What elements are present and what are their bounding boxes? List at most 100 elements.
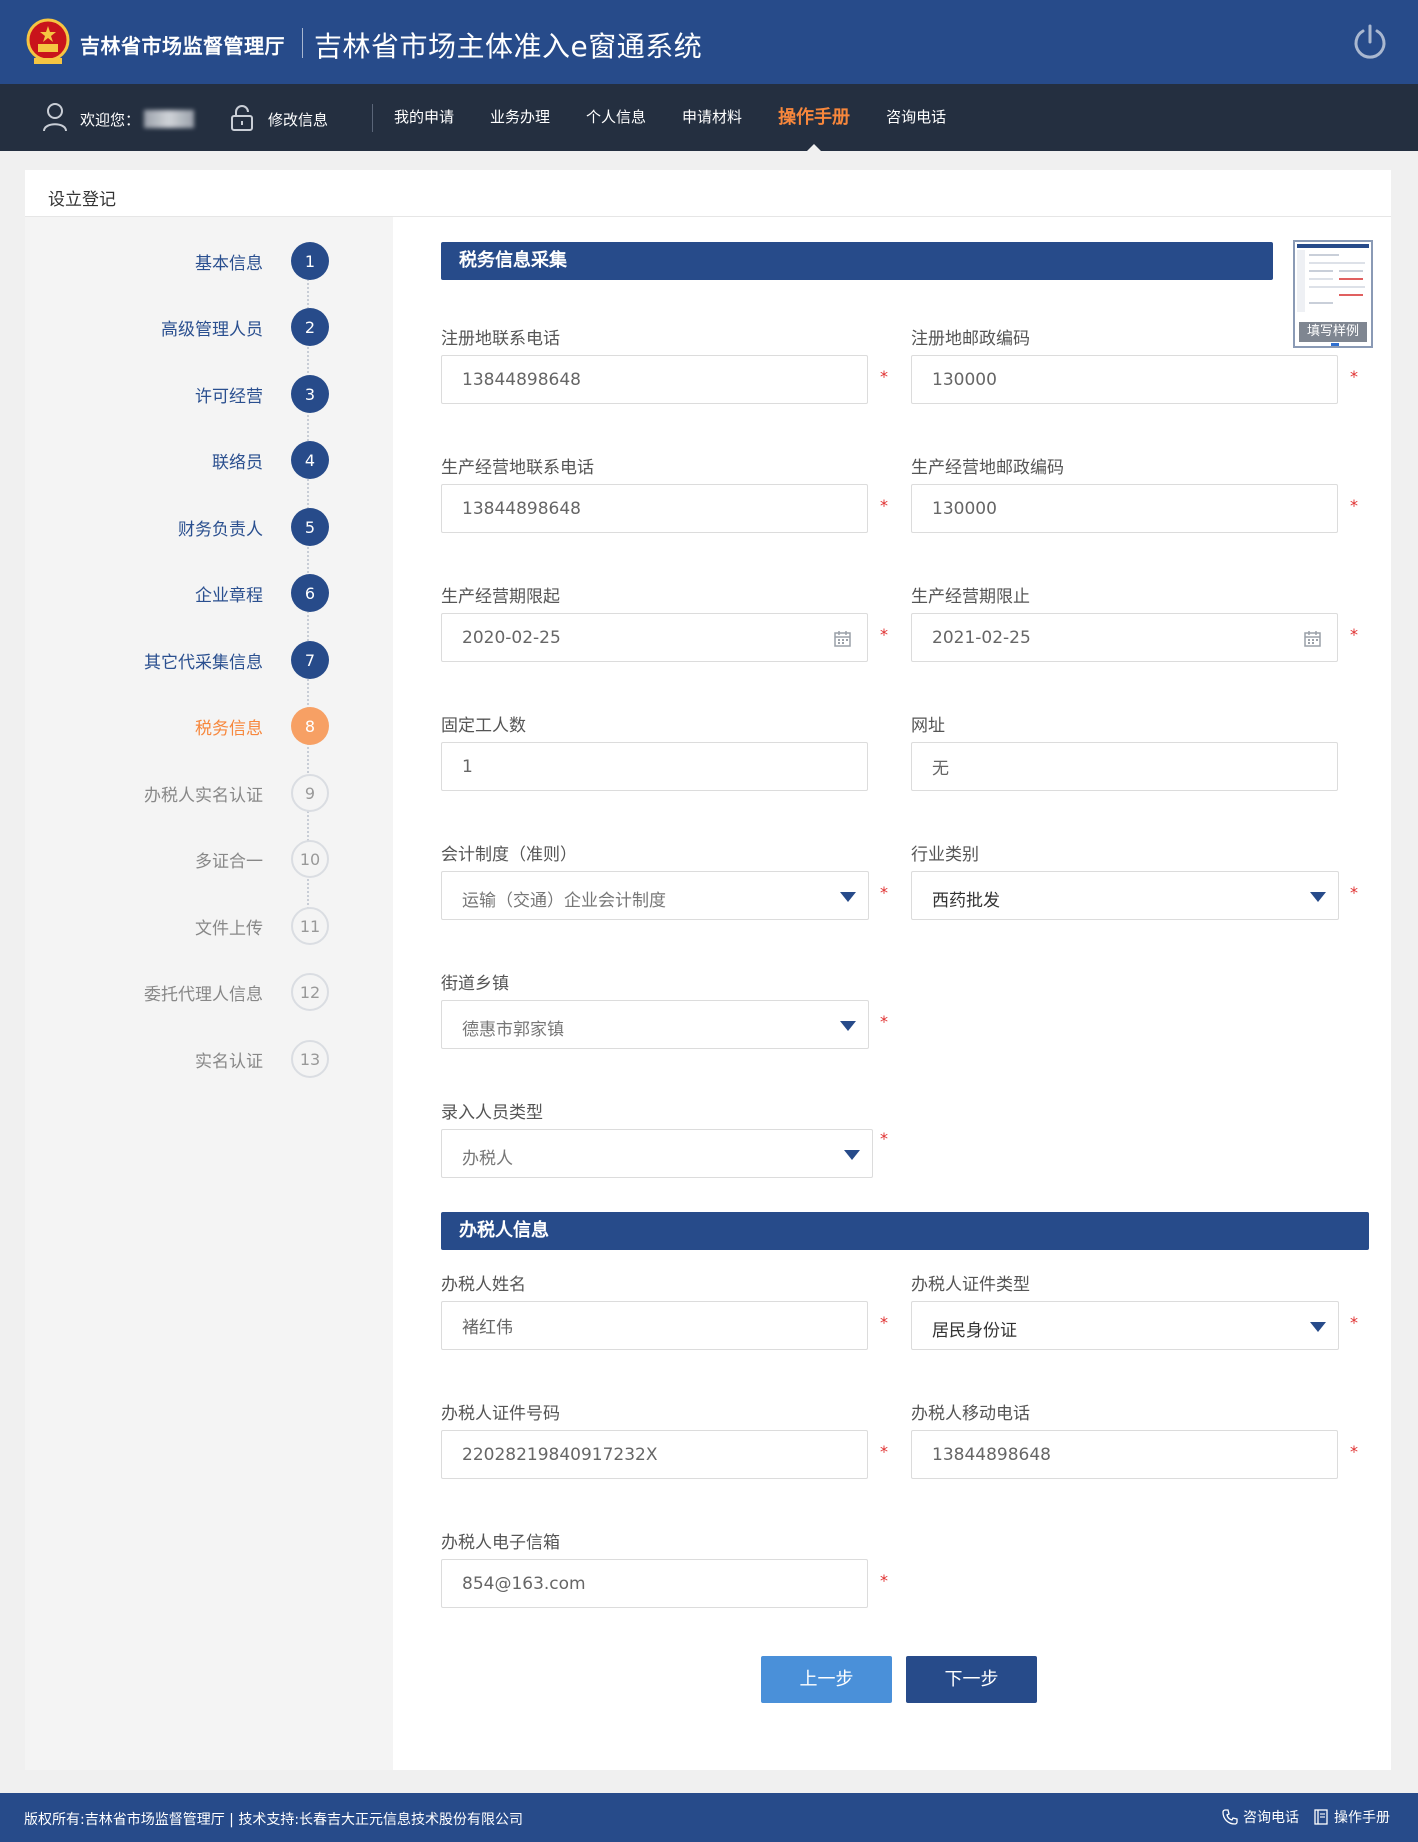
lock-icon[interactable] [230,104,254,132]
street-value: 德惠市郭家镇 [462,1020,564,1040]
accounting-select[interactable]: 运输（交通）企业会计制度 [441,871,869,920]
reg-postcode-field[interactable] [911,355,1338,404]
period-end-input[interactable] [912,614,1337,661]
period-start-field[interactable] [441,613,868,662]
footer: 版权所有:吉林省市场监督管理厅 | 技术支持:长春吉大正元信息技术股份有限公司 … [0,1793,1418,1842]
panel-header: 设立登记 [25,170,1391,217]
nav-hotline[interactable]: 咨询电话 [868,84,964,151]
required-mark: * [880,1571,888,1590]
taxpayer-name-input[interactable] [442,1302,867,1349]
step-9[interactable]: 办税人实名认证 9 [144,774,329,812]
period-start-input[interactable] [442,614,867,661]
step-1[interactable]: 基本信息 1 [195,242,329,280]
taxpayer-name-field[interactable] [441,1301,868,1350]
chevron-down-icon[interactable] [844,1150,860,1160]
step-number: 4 [291,441,329,479]
step-8-current[interactable]: 税务信息 8 [195,707,329,745]
step-label: 委托代理人信息 [144,984,263,1005]
step-6[interactable]: 企业章程 6 [195,574,329,612]
industry-select[interactable]: 西药批发 [911,871,1339,920]
step-number: 10 [291,840,329,878]
reg-phone-field[interactable] [441,355,868,404]
step-label: 高级管理人员 [161,319,263,340]
biz-postcode-field[interactable] [911,484,1338,533]
prev-step-button[interactable]: 上一步 [761,1656,892,1703]
website-input[interactable] [912,743,1337,790]
power-icon[interactable] [1352,22,1388,62]
nav-personal-info[interactable]: 个人信息 [568,84,664,151]
nav-links: 我的申请 业务办理 个人信息 申请材料 操作手册 咨询电话 [376,84,964,151]
biz-phone-input[interactable] [442,485,867,532]
step-3[interactable]: 许可经营 3 [195,375,329,413]
sample-label: 填写样例 [1299,322,1367,342]
calendar-icon[interactable] [1304,630,1321,647]
step-13[interactable]: 实名认证 13 [195,1040,329,1078]
required-mark: * [1350,367,1358,386]
edit-info-link[interactable]: 修改信息 [268,109,328,130]
reg-postcode-label: 注册地邮政编码 [911,329,1030,349]
fill-sample-thumbnail[interactable]: 填写样例 [1293,240,1373,348]
email-input[interactable] [442,1560,867,1607]
step-7[interactable]: 其它代采集信息 7 [144,641,329,679]
accounting-label: 会计制度（准则） [441,845,577,865]
chevron-down-icon[interactable] [840,892,856,902]
footer-manual[interactable]: 操作手册 [1313,1807,1390,1827]
chevron-down-icon[interactable] [1310,1322,1326,1332]
biz-phone-label: 生产经营地联系电话 [441,458,594,478]
required-mark: * [880,883,888,902]
step-number: 9 [291,774,329,812]
entry-type-select[interactable]: 办税人 [441,1129,873,1178]
id-type-label: 办税人证件类型 [911,1275,1030,1295]
top-header: 吉林省市场监督管理厅 吉林省市场主体准入e窗通系统 [0,0,1418,84]
calendar-icon[interactable] [834,630,851,647]
id-number-input[interactable] [442,1431,867,1478]
footer-hotline[interactable]: 咨询电话 [1222,1807,1299,1827]
period-start-label: 生产经营期限起 [441,587,560,607]
reg-phone-input[interactable] [442,356,867,403]
period-end-field[interactable] [911,613,1338,662]
step-label: 多证合一 [195,851,263,872]
main-panel: 设立登记 基本信息 1 高级管理人员 2 许可经营 3 联络员 4 财务负责人 5 企业章… [25,170,1391,1770]
step-number: 7 [291,641,329,679]
biz-phone-field[interactable] [441,484,868,533]
step-label: 办税人实名认证 [144,785,263,806]
nav-application-materials[interactable]: 申请材料 [664,84,760,151]
accounting-value: 运输（交通）企业会计制度 [462,891,666,911]
footer-hotline-label: 咨询电话 [1243,1810,1299,1826]
entry-type-value: 办税人 [462,1149,513,1169]
taxpayer-section-title: 办税人信息 [441,1212,1369,1250]
reg-postcode-input[interactable] [912,356,1337,403]
fixed-workers-input[interactable] [442,743,867,790]
required-mark: * [1350,1313,1358,1332]
next-step-button[interactable]: 下一步 [906,1656,1037,1703]
step-11[interactable]: 文件上传 11 [195,907,329,945]
book-icon [1314,1809,1328,1825]
step-label: 基本信息 [195,253,263,274]
step-12[interactable]: 委托代理人信息 12 [144,973,329,1011]
chevron-down-icon[interactable] [840,1021,856,1031]
nav-bar: 欢迎您： 修改信息 我的申请 业务办理 个人信息 申请材料 操作手册 咨询电话 [0,84,1418,151]
id-type-select[interactable]: 居民身份证 [911,1301,1339,1350]
id-number-label: 办税人证件号码 [441,1404,560,1424]
nav-my-applications[interactable]: 我的申请 [376,84,472,151]
step-5[interactable]: 财务负责人 5 [178,508,329,546]
biz-postcode-input[interactable] [912,485,1337,532]
nav-business[interactable]: 业务办理 [472,84,568,151]
website-field[interactable] [911,742,1338,791]
fixed-workers-field[interactable] [441,742,868,791]
id-number-field[interactable] [441,1430,868,1479]
step-4[interactable]: 联络员 4 [212,441,329,479]
nav-operation-manual[interactable]: 操作手册 [760,84,868,151]
mobile-input[interactable] [912,1431,1337,1478]
tax-section-title: 税务信息采集 [441,242,1273,280]
nav-separator [372,104,373,132]
panel-title: 设立登记 [48,190,116,210]
mobile-field[interactable] [911,1430,1338,1479]
email-field[interactable] [441,1559,868,1608]
street-select[interactable]: 德惠市郭家镇 [441,1000,869,1049]
required-mark: * [1350,883,1358,902]
step-10[interactable]: 多证合一 10 [195,840,329,878]
step-2[interactable]: 高级管理人员 2 [161,308,329,346]
required-mark: * [1350,1442,1358,1461]
chevron-down-icon[interactable] [1310,892,1326,902]
